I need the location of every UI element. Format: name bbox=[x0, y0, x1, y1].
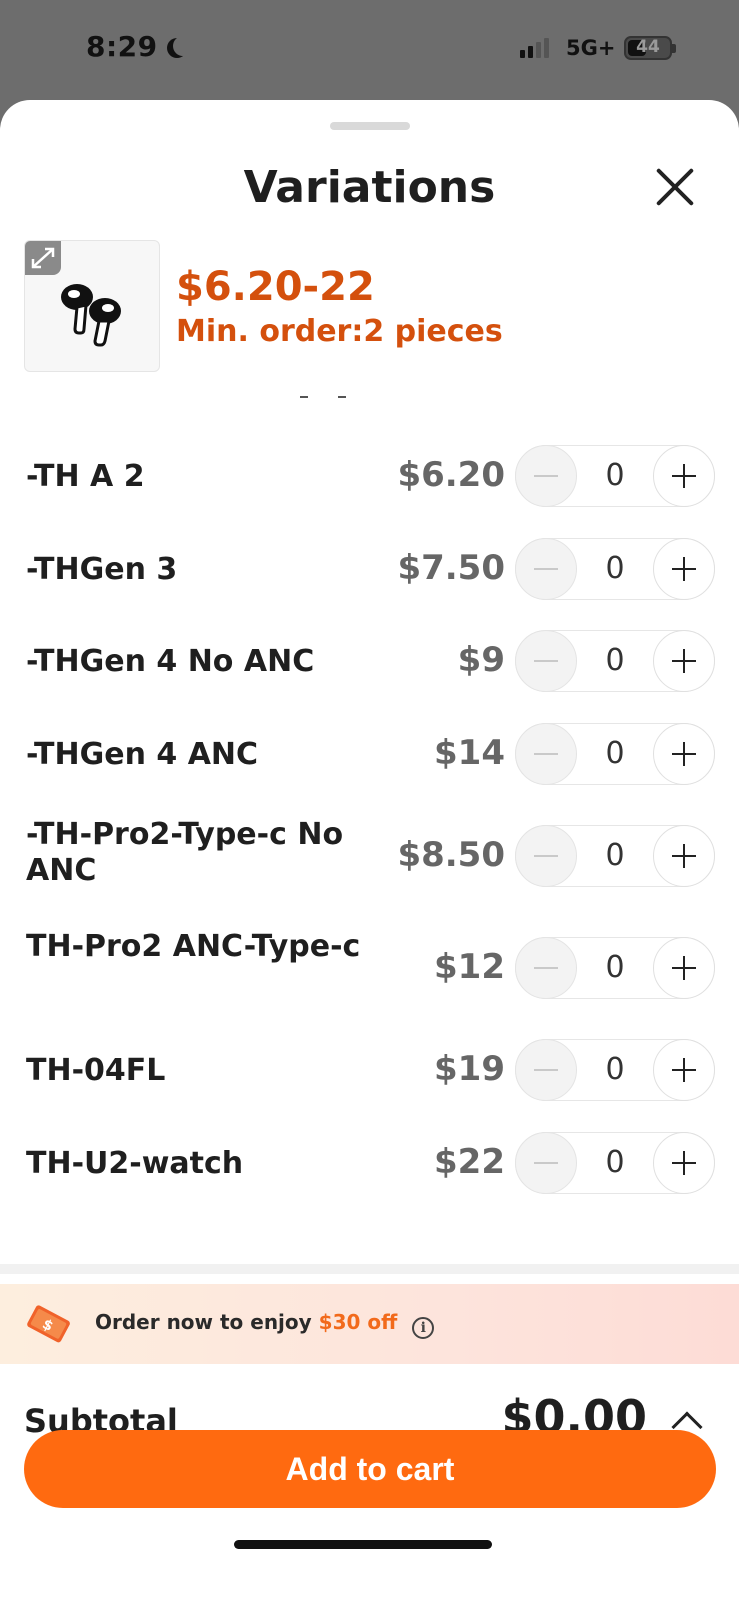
decrease-button[interactable] bbox=[515, 1132, 577, 1194]
add-to-cart-button[interactable]: Add to cart bbox=[24, 1430, 716, 1508]
promo-text: Order now to enjoy $30 off i bbox=[95, 1310, 435, 1339]
variation-price: $7.50 bbox=[397, 548, 505, 588]
variation-label: -THGen 4 ANC bbox=[26, 737, 259, 772]
home-indicator[interactable] bbox=[234, 1540, 492, 1549]
quantity-stepper: 0 bbox=[515, 1039, 715, 1101]
quantity-value[interactable]: 0 bbox=[578, 539, 652, 599]
coupon-icon: $ bbox=[27, 1305, 70, 1343]
status-bar: 8:29 5G+ 44 bbox=[0, 0, 739, 100]
product-thumbnail[interactable] bbox=[24, 240, 160, 372]
variation-label: TH-Pro2 ANC-Type-c bbox=[26, 929, 361, 964]
variation-label: -THGen 3 bbox=[26, 552, 178, 587]
variations-sheet: Variations $6.20-22 Min. order:2 pieces … bbox=[0, 100, 739, 1600]
variation-price: $12 bbox=[434, 947, 505, 987]
section-divider bbox=[0, 1264, 739, 1274]
promo-banner[interactable]: $ Order now to enjoy $30 off i bbox=[0, 1284, 739, 1364]
quantity-value[interactable]: 0 bbox=[578, 724, 652, 784]
earbuds-image bbox=[61, 284, 121, 347]
increase-button[interactable] bbox=[653, 1132, 715, 1194]
min-order: Min. order:2 pieces bbox=[176, 314, 503, 349]
quantity-value[interactable]: 0 bbox=[578, 826, 652, 886]
variation-price: $9 bbox=[457, 640, 505, 680]
sheet-title: Variations bbox=[243, 162, 496, 213]
close-icon[interactable] bbox=[652, 164, 698, 210]
cellular-signal-icon bbox=[520, 38, 549, 58]
quantity-stepper: 0 bbox=[515, 538, 715, 600]
promo-discount: $30 off bbox=[318, 1310, 398, 1334]
decrease-button[interactable] bbox=[515, 825, 577, 887]
quantity-value[interactable]: 0 bbox=[578, 1133, 652, 1193]
divider-dashes bbox=[300, 396, 350, 400]
variation-label: -TH-Pro2-Type-c No ANC bbox=[26, 817, 344, 888]
decrease-button[interactable] bbox=[515, 538, 577, 600]
variation-label: -THGen 4 No ANC bbox=[26, 644, 315, 679]
increase-button[interactable] bbox=[653, 445, 715, 507]
battery-level: 44 bbox=[636, 37, 660, 57]
quantity-value[interactable]: 0 bbox=[578, 938, 652, 998]
info-icon[interactable]: i bbox=[412, 1317, 435, 1339]
network-type: 5G+ bbox=[566, 36, 616, 60]
increase-button[interactable] bbox=[653, 723, 715, 785]
expand-icon[interactable] bbox=[25, 241, 61, 275]
promo-text-main: Order now to enjoy bbox=[95, 1310, 312, 1334]
status-time: 8:29 bbox=[86, 30, 158, 63]
focus-moon-icon bbox=[173, 36, 193, 56]
increase-button[interactable] bbox=[653, 825, 715, 887]
variation-price: $22 bbox=[434, 1142, 505, 1182]
variation-price: $19 bbox=[434, 1049, 505, 1089]
quantity-stepper: 0 bbox=[515, 630, 715, 692]
decrease-button[interactable] bbox=[515, 630, 577, 692]
increase-button[interactable] bbox=[653, 1039, 715, 1101]
quantity-stepper: 0 bbox=[515, 825, 715, 887]
decrease-button[interactable] bbox=[515, 445, 577, 507]
variation-label: TH-04FL bbox=[26, 1053, 166, 1088]
increase-button[interactable] bbox=[653, 538, 715, 600]
sheet-grabber[interactable] bbox=[330, 122, 410, 130]
quantity-value[interactable]: 0 bbox=[578, 1040, 652, 1100]
battery-cap bbox=[672, 44, 676, 53]
variation-price: $6.20 bbox=[397, 455, 505, 495]
variation-price: $14 bbox=[434, 733, 505, 773]
quantity-stepper: 0 bbox=[515, 1132, 715, 1194]
variation-label: TH-U2-watch bbox=[26, 1146, 244, 1181]
variation-label: -TH A 2 bbox=[26, 459, 145, 494]
quantity-stepper: 0 bbox=[515, 445, 715, 507]
decrease-button[interactable] bbox=[515, 723, 577, 785]
battery-icon: 44 bbox=[624, 36, 672, 60]
decrease-button[interactable] bbox=[515, 937, 577, 999]
quantity-stepper: 0 bbox=[515, 937, 715, 999]
quantity-value[interactable]: 0 bbox=[578, 446, 652, 506]
increase-button[interactable] bbox=[653, 937, 715, 999]
quantity-stepper: 0 bbox=[515, 723, 715, 785]
price-range: $6.20-22 bbox=[176, 264, 375, 310]
variation-price: $8.50 bbox=[397, 835, 505, 875]
increase-button[interactable] bbox=[653, 630, 715, 692]
decrease-button[interactable] bbox=[515, 1039, 577, 1101]
quantity-value[interactable]: 0 bbox=[578, 631, 652, 691]
